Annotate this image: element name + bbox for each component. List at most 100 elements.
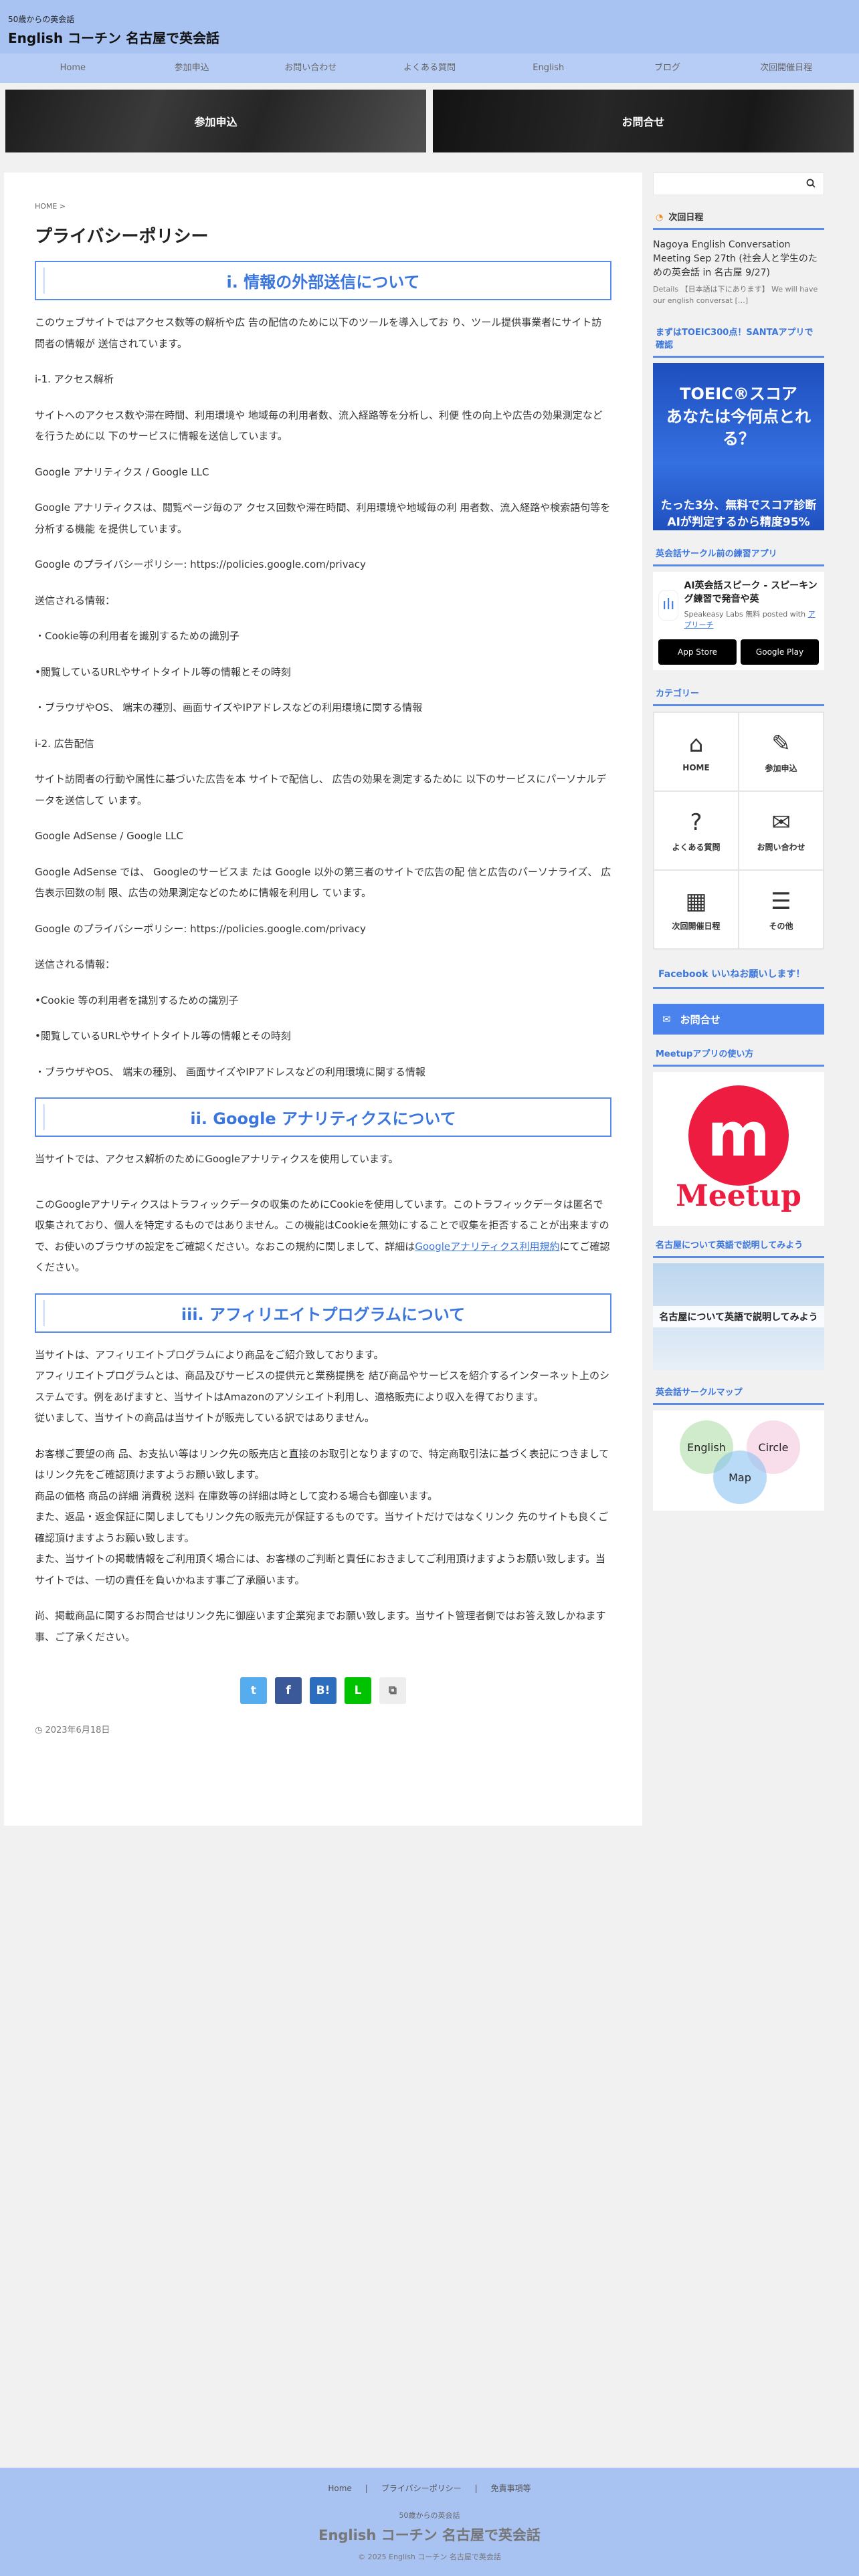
banner-row: 参加申込 お問合せ [0,83,859,159]
paragraph: このGoogleアナリティクスはトラフィックデータの収集のためにCookieを使… [35,1194,611,1279]
site-header: 50歳からの英会話 English コーチン 名古屋で英会話 [0,0,859,53]
toeic-ad-banner[interactable]: TOEIC®スコア あなたは今何点とれる？ たった3分、無料でスコア診断 AIが… [653,363,824,530]
app-name-link[interactable]: AI英会話スピーク - スピーキング練習で発音や英 [684,580,819,606]
circle-map-heading: 英会話サークルマップ [653,1380,824,1406]
footer-title[interactable]: English コーチン 名古屋で英会話 [0,2525,859,2545]
analytics-terms-link[interactable]: Googleアナリティクス利用規約 [415,1241,559,1253]
apply-banner-label: 参加申込 [194,116,237,128]
line-share-button[interactable]: L [345,1677,371,1704]
meetup-wordmark: Meetup [676,1178,801,1213]
apply-banner[interactable]: 参加申込 [5,90,426,152]
line-icon: L [354,1684,362,1697]
site-title[interactable]: English コーチン 名古屋で英会話 [8,27,851,47]
nav-apply[interactable]: 参加申込 [132,53,252,83]
practice-app-heading: 英会話サークル前の練習アプリ [653,541,824,566]
meetup-banner[interactable]: m Meetup [653,1072,824,1226]
paragraph: 送信される情報： [35,958,116,970]
sidebar-contact-button[interactable]: ✉ お問合せ [653,1004,824,1035]
paragraph: Google のプライバシーポリシー: https://policies.goo… [35,558,366,570]
category-apply[interactable]: ✎ 参加申込 [739,712,824,792]
site-footer: Home | プライバシーポリシー | 免責事項等 50歳からの英会話 English … [0,2468,859,2576]
paragraph: Google のプライバシーポリシー: https://policies.goo… [35,922,366,935]
category-other[interactable]: ☰ その他 [739,870,824,950]
facebook-icon: f [286,1684,291,1697]
section-heading-external: i. 情報の外部送信について [35,261,611,300]
section-affiliate-body: 当サイトは、アフィリエイトプログラムにより商品をご紹介致しております。 アフィリ… [35,1345,611,1648]
nav-next-event[interactable]: 次回開催日程 [727,53,846,83]
category-heading: カテゴリー [653,681,824,707]
sidebar-contact-label: お問合せ [680,1013,721,1026]
footer-disclaimer-link[interactable]: 免責事項等 [491,2484,531,2493]
toeic-headline: TOEIC®スコア あなたは今何点とれる？ [666,385,811,449]
event-description: Details 【日本語は下にあります】 We will have our en… [653,285,818,305]
nav-faq[interactable]: よくある質問 [370,53,489,83]
paragraph: •閲覧しているURLやサイトタイトル等の情報とその時刻 [35,665,291,678]
category-contact[interactable]: ✉ お問い合わせ [739,791,824,871]
copy-link-button[interactable]: ⧉ [379,1677,406,1704]
category-home[interactable]: ⌂ HOME [654,712,739,792]
hatena-icon: B! [316,1684,330,1697]
twitter-icon: t [250,1684,257,1697]
paragraph: •Cookie 等の利用者を識別するための識別子 [35,994,239,1006]
nagoya-banner-text: 名古屋について英語で説明してみよう [653,1306,824,1328]
twitter-share-button[interactable]: t [240,1677,267,1704]
app-logo-icon[interactable]: ılı [658,589,679,621]
mail-icon: ✉ [662,1013,671,1026]
paragraph: ・ブラウザやOS、 端末の種別、 画面サイズやIPアドレスなどの利用環境に関する… [35,1065,425,1078]
app-meta: Speakeasy Labs 無料 posted with アプリーチ [684,610,816,630]
edit-icon: ✎ [771,730,791,757]
footer-privacy-link[interactable]: プライバシーポリシー [381,2484,462,2493]
event-title-link[interactable]: Nagoya English Conversation Meeting Sep … [653,238,824,280]
affiliate-block: お客様ご要望の商 品、お支払い等はリンク先の販売店と直接のお取引となりますので、… [35,1444,611,1592]
nav-contact[interactable]: お問い合わせ [251,53,370,83]
paragraph-line: また、返品・返金保証に関しましてもリンク先の販売元が保証するものです。当サイトだ… [35,1511,609,1544]
nav-blog[interactable]: ブログ [608,53,727,83]
contact-banner-label: お問合せ [622,116,665,128]
hatena-share-button[interactable]: B! [310,1677,337,1704]
app-store-button[interactable]: App Store [658,639,737,665]
nav-home[interactable]: Home [13,53,132,83]
site-tagline: 50歳からの英会話 [8,15,75,24]
footer-tagline: 50歳からの英会話 [399,2511,460,2520]
paragraph: このウェブサイトではアクセス数等の解析や広 告の配信のために以下のツールを導入し… [35,316,602,350]
post-date: ◷ 2023年6月18日 [35,1725,110,1735]
footer-copyright: © 2025 English コーチン 名古屋で英会話 [358,2553,501,2561]
paragraph-line: お客様ご要望の商 品、お支払い等はリンク先の販売店と直接のお取引となりますので、… [35,1447,609,1481]
paragraph: Google アナリティクスは、閲覧ページ毎のア クセス回数や滞在時間、利用環境… [35,502,611,535]
paragraph: 送信される情報： [35,594,116,607]
search-input[interactable] [653,173,824,195]
question-icon: ? [690,809,702,836]
paragraph: ・ブラウザやOS、 端末の種別、画面サイズやIPアドレスなどの利用環境に関する情… [35,702,423,714]
paragraph: Google アナリティクス / Google LLC [35,465,209,478]
footer-home-link[interactable]: Home [328,2484,351,2493]
breadcrumb[interactable]: HOME > [35,202,611,211]
contact-banner[interactable]: お問合せ [433,90,854,152]
paragraph: サイトへのアクセス数や滞在時間、利用環境や 地域毎の利用者数、流入経路等を分析し… [35,409,603,443]
next-event-title: 次回日程 [668,213,704,223]
paragraph: 当サイトでは、アクセス解析のためにGoogleアナリティクスを使用しています。 [35,1153,399,1165]
practice-app-widget: ılı AI英会話スピーク - スピーキング練習で発音や英 Speakeasy … [653,572,824,671]
nav-english[interactable]: English [489,53,608,83]
map-circle: Map [713,1451,767,1505]
meetup-heading: Meetupアプリの使い方 [653,1041,824,1067]
section-heading-affiliate: iii. アフィリエイトプログラムについて [35,1293,611,1333]
nagoya-banner[interactable]: 名古屋について英語で説明してみよう [653,1263,824,1371]
section-heading-analytics: ii. Google アナリティクスについて [35,1097,611,1137]
facebook-share-button[interactable]: f [275,1677,302,1704]
google-play-button[interactable]: Google Play [741,639,819,665]
paragraph: 尚、掲載商品に関するお問合せはリンク先に御座います企業宛までお願い致します。当サ… [35,1610,606,1643]
paragraph-line: 従いまして、当サイトの商品は当サイトが販売している訳ではありません。 [35,1412,375,1424]
category-next-event[interactable]: ▦ 次回開催日程 [654,870,739,950]
paragraph: Google AdSense では、 Googleのサービスま たは Googl… [35,865,611,899]
category-faq[interactable]: ? よくある質問 [654,791,739,871]
paragraph-line: 当サイトは、アフィリエイトプログラムにより商品をご紹介致しております。 [35,1348,384,1361]
category-grid: ⌂ HOME ✎ 参加申込 ? よくある質問 ✉ お問い合わせ ▦ 次回開催日程 ☰ その他 [653,712,824,950]
paragraph: i-2. 広告配信 [35,737,94,750]
toeic-subline: たった3分、無料でスコア診断 AIが判定するから精度95% [660,498,817,530]
calendar-icon: ▦ [685,887,707,915]
page-title: プライバシーポリシー [35,227,209,247]
sidebar: ◔ 次回日程 Nagoya English Conversation Meetin… [653,173,824,1511]
circle-map-banner[interactable]: English Circle Map [653,1410,824,1511]
search-icon[interactable] [806,178,816,191]
facebook-like-link[interactable]: Facebook いいねお願いします！ [653,960,824,990]
